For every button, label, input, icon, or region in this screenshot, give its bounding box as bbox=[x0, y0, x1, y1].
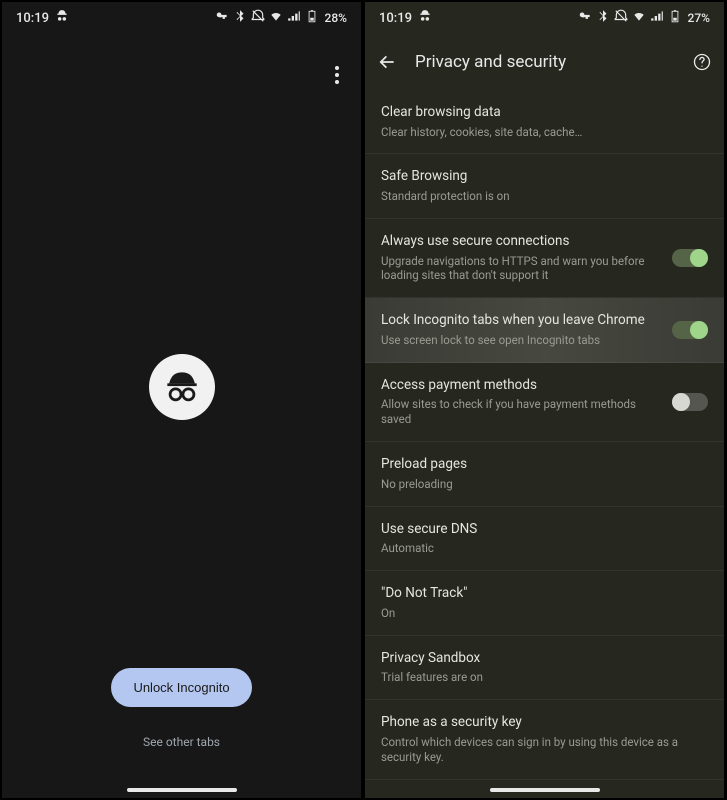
row-title: Clear browsing data bbox=[381, 104, 708, 122]
settings-row[interactable]: Clear browsing data Clear history, cookie… bbox=[365, 90, 724, 154]
wifi-icon bbox=[269, 9, 283, 27]
toggle-switch[interactable] bbox=[672, 393, 708, 411]
row-subtitle: Use screen lock to see open Incognito ta… bbox=[381, 333, 662, 348]
row-subtitle: Clear history, cookies, site data, cache… bbox=[381, 125, 708, 140]
page-title: Privacy and security bbox=[415, 52, 674, 72]
status-time: 10:19 bbox=[16, 11, 49, 26]
status-time: 10:19 bbox=[379, 11, 412, 26]
row-subtitle: Allow sites to check if you have payment… bbox=[381, 397, 662, 427]
row-subtitle: Automatic bbox=[381, 541, 708, 556]
row-subtitle: Upgrade navigations to HTTPS and warn yo… bbox=[381, 254, 662, 284]
incognito-icon bbox=[149, 354, 215, 420]
row-subtitle: Trial features are on bbox=[381, 670, 708, 685]
help-icon[interactable] bbox=[692, 52, 712, 72]
settings-row[interactable]: Privacy Sandbox Trial features are on bbox=[365, 636, 724, 700]
right-phone-screen: 10:19 27% Privacy and security Clear bro… bbox=[363, 0, 726, 800]
incognito-status-icon bbox=[55, 9, 69, 27]
row-subtitle: Control which devices can sign in by usi… bbox=[381, 735, 708, 765]
left-phone-screen: 10:19 28% bbox=[0, 0, 363, 800]
row-title: Access payment methods bbox=[381, 377, 662, 395]
row-title: Safe Browsing bbox=[381, 168, 708, 186]
settings-row[interactable]: Phone as a security key Control which dev… bbox=[365, 700, 724, 779]
bluetooth-icon bbox=[233, 9, 247, 27]
see-other-tabs-link[interactable]: See other tabs bbox=[143, 735, 220, 749]
status-bar: 10:19 28% bbox=[2, 2, 361, 34]
settings-row[interactable]: Preload pages No preloading bbox=[365, 442, 724, 506]
toggle-switch[interactable] bbox=[672, 249, 708, 267]
settings-row[interactable]: Always use secure connections Upgrade nav… bbox=[365, 219, 724, 298]
nav-bar-indicator[interactable] bbox=[127, 788, 237, 792]
settings-row[interactable]: Safe Browsing Standard protection is on bbox=[365, 154, 724, 218]
bluetooth-icon bbox=[596, 9, 610, 27]
nav-bar-indicator[interactable] bbox=[490, 788, 600, 792]
row-title: Use secure DNS bbox=[381, 521, 708, 539]
row-title: Always use secure connections bbox=[381, 233, 662, 251]
row-subtitle: Standard protection is on bbox=[381, 189, 708, 204]
key-icon bbox=[215, 9, 229, 27]
signal-icon bbox=[650, 9, 664, 27]
status-bar: 10:19 27% bbox=[365, 2, 724, 34]
settings-list[interactable]: Clear browsing data Clear history, cookie… bbox=[365, 90, 724, 784]
row-title: "Do Not Track" bbox=[381, 585, 708, 603]
row-title: Phone as a security key bbox=[381, 714, 708, 732]
unlock-incognito-button[interactable]: Unlock Incognito bbox=[111, 668, 251, 707]
signal-icon bbox=[287, 9, 301, 27]
wifi-icon bbox=[632, 9, 646, 27]
row-subtitle: No preloading bbox=[381, 477, 708, 492]
settings-row[interactable]: Access payment methods Allow sites to che… bbox=[365, 363, 724, 442]
battery-percent: 27% bbox=[688, 11, 710, 25]
dnd-icon bbox=[614, 9, 628, 27]
overflow-menu-button[interactable] bbox=[327, 62, 347, 88]
dnd-icon bbox=[251, 9, 265, 27]
back-button[interactable] bbox=[377, 52, 397, 72]
footer-note: For more settings that relate to privacy… bbox=[365, 780, 724, 784]
app-bar: Privacy and security bbox=[365, 34, 724, 90]
settings-row[interactable]: Lock Incognito tabs when you leave Chrom… bbox=[365, 298, 724, 362]
incognito-status-icon bbox=[418, 9, 432, 27]
settings-row[interactable]: "Do Not Track" On bbox=[365, 571, 724, 635]
battery-percent: 28% bbox=[325, 11, 347, 25]
battery-icon bbox=[305, 9, 319, 27]
row-title: Privacy Sandbox bbox=[381, 650, 708, 668]
key-icon bbox=[578, 9, 592, 27]
row-title: Preload pages bbox=[381, 456, 708, 474]
row-title: Lock Incognito tabs when you leave Chrom… bbox=[381, 312, 662, 330]
row-subtitle: On bbox=[381, 606, 708, 621]
incognito-lock-panel: Unlock Incognito See other tabs bbox=[2, 354, 361, 749]
settings-row[interactable]: Use secure DNS Automatic bbox=[365, 507, 724, 571]
battery-icon bbox=[668, 9, 682, 27]
toggle-switch[interactable] bbox=[672, 321, 708, 339]
